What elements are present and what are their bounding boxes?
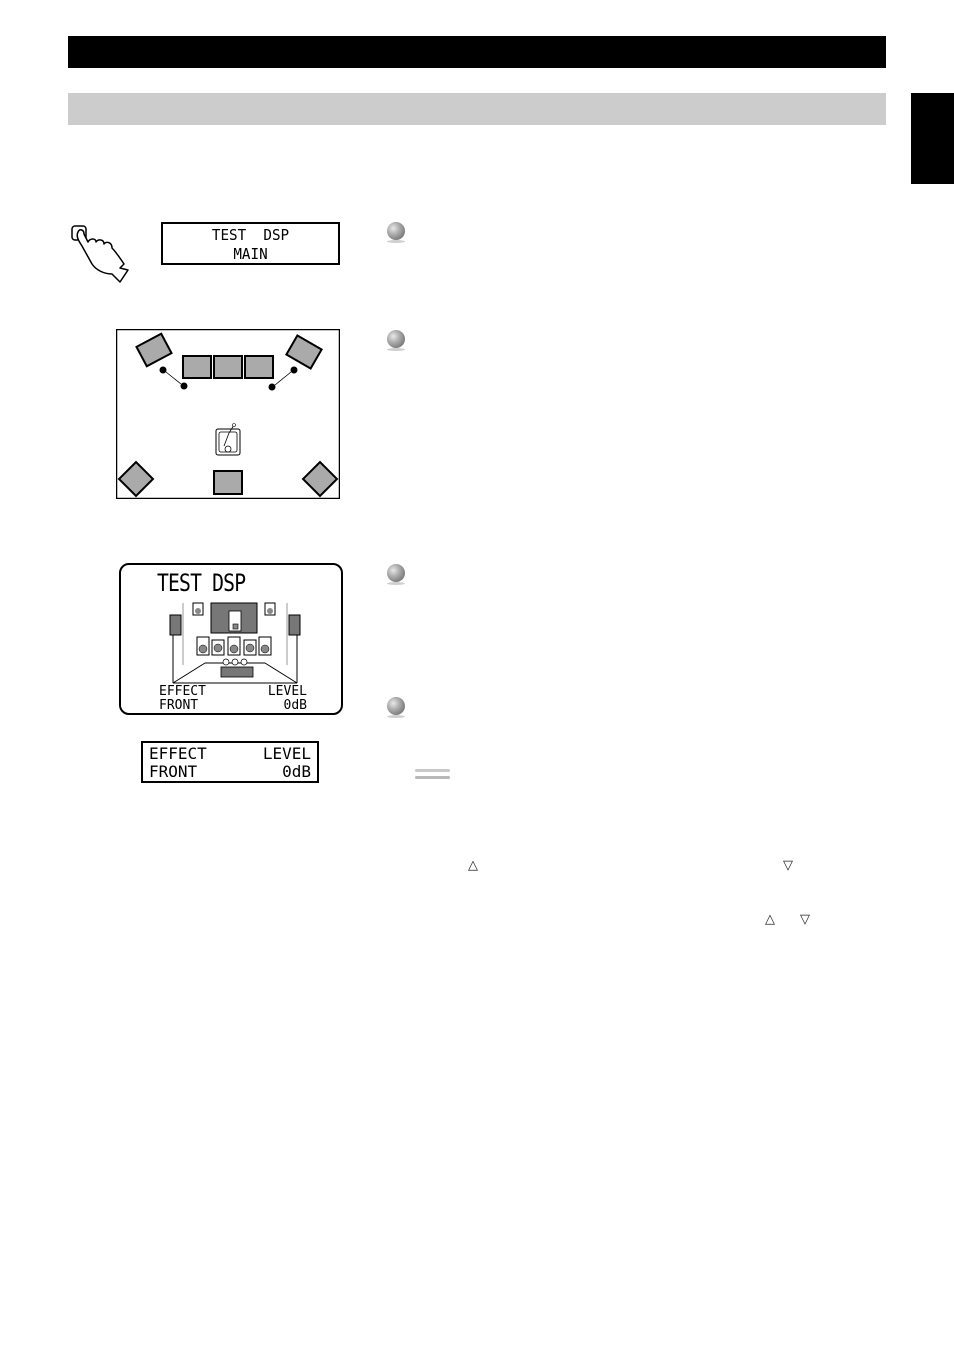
speaker-layout-diagram <box>116 329 340 499</box>
section-title-bar <box>68 36 886 68</box>
center-speaker <box>213 355 243 379</box>
front-right-speaker <box>244 355 274 379</box>
on-screen-display: TEST DSP EFFECT LEVEL FRONT 0dB <box>119 563 343 715</box>
bullet-icon <box>387 697 405 715</box>
display-level-value: 0dB <box>282 762 311 781</box>
osd-row-2: FRONT 0dB <box>159 699 307 713</box>
hand-press-button-icon <box>71 225 129 283</box>
front-panel-display-test-dsp: TEST DSP MAIN <box>161 222 340 265</box>
display-row-1: EFFECT LEVEL <box>149 745 311 763</box>
step-bullet-2 <box>387 330 405 351</box>
display-channel-value: FRONT <box>149 762 198 781</box>
subsection-title-bar <box>68 93 886 125</box>
osd-level-label: LEVEL <box>267 684 307 699</box>
step-bullet-3 <box>387 564 405 585</box>
down-triangle-icon: ▽ <box>783 858 793 873</box>
display-effect-label: EFFECT <box>149 744 207 763</box>
up-triangle-icon: △ <box>765 912 775 927</box>
osd-title: TEST DSP <box>157 569 246 597</box>
step-bullet-4 <box>387 697 405 718</box>
down-triangle-icon: ▽ <box>800 912 810 927</box>
front-left-speaker <box>182 355 212 379</box>
lcd-line-2: MAIN <box>233 245 268 263</box>
bullet-icon <box>387 330 405 348</box>
note-icon <box>415 769 450 781</box>
osd-room-illustration <box>169 602 301 684</box>
front-panel-display-effect-level: EFFECT LEVEL FRONT 0dB <box>141 741 319 783</box>
bullet-icon <box>387 222 405 240</box>
step-bullet-1 <box>387 222 405 243</box>
display-row-2: FRONT 0dB <box>149 763 311 781</box>
subwoofer-speaker <box>213 470 243 495</box>
osd-row-1: EFFECT LEVEL <box>159 685 307 699</box>
osd-channel-value: FRONT <box>159 698 199 713</box>
lcd-line-1: TEST DSP <box>211 226 290 244</box>
osd-level-value: 0dB <box>283 698 307 713</box>
up-triangle-icon: △ <box>468 858 478 873</box>
language-side-tab <box>911 93 954 184</box>
osd-effect-label: EFFECT <box>159 684 206 699</box>
bullet-icon <box>387 564 405 582</box>
display-level-label: LEVEL <box>262 744 311 763</box>
